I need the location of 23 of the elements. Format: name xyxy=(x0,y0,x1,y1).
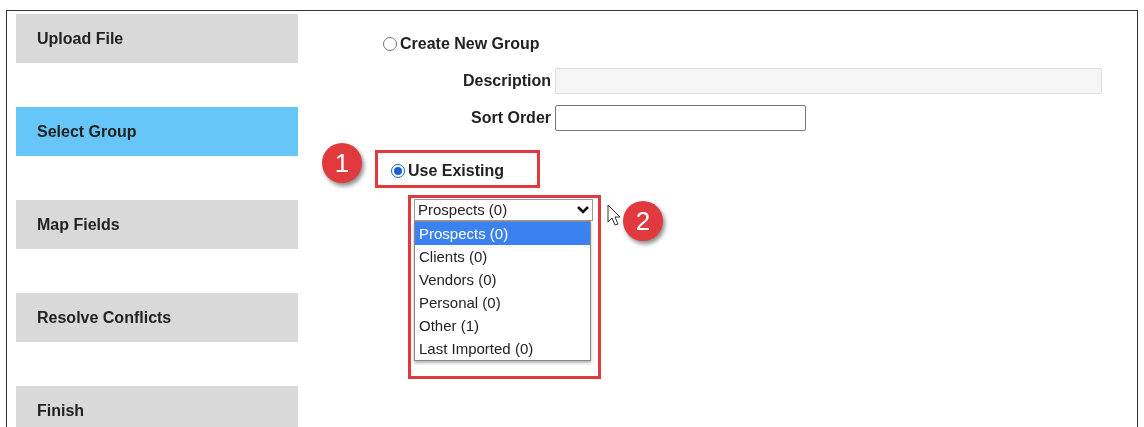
callout-badge: 1 xyxy=(322,143,362,183)
wizard-step[interactable]: Map Fields xyxy=(16,200,298,249)
dropdown-option[interactable]: Personal (0) xyxy=(415,291,590,314)
dropdown-option[interactable]: Other (1) xyxy=(415,314,590,337)
radio-label: Create New Group xyxy=(400,34,540,54)
field-label: Description xyxy=(463,71,551,91)
radio-label: Use Existing xyxy=(408,160,505,181)
field-label: Sort Order xyxy=(470,108,551,128)
dropdown-option[interactable]: Last Imported (0) xyxy=(415,337,590,360)
input-field[interactable] xyxy=(555,105,806,131)
cursor-icon xyxy=(607,204,621,226)
dropdown-option[interactable]: Clients (0) xyxy=(415,245,590,268)
wizard-step[interactable]: Select Group xyxy=(16,107,298,156)
dropdown-option[interactable]: Prospects (0) xyxy=(415,222,590,245)
group-dropdown[interactable]: Prospects (0) xyxy=(414,199,593,221)
radio-button[interactable] xyxy=(391,163,405,178)
wizard-step[interactable]: Resolve Conflicts xyxy=(16,293,298,342)
wizard-step[interactable]: Finish xyxy=(16,386,298,427)
radio-button[interactable] xyxy=(383,37,397,51)
dropdown-option[interactable]: Vendors (0) xyxy=(415,268,590,291)
callout-badge: 2 xyxy=(623,201,663,241)
chevron-down-icon xyxy=(577,206,589,214)
wizard-step[interactable]: Upload File xyxy=(16,14,298,63)
